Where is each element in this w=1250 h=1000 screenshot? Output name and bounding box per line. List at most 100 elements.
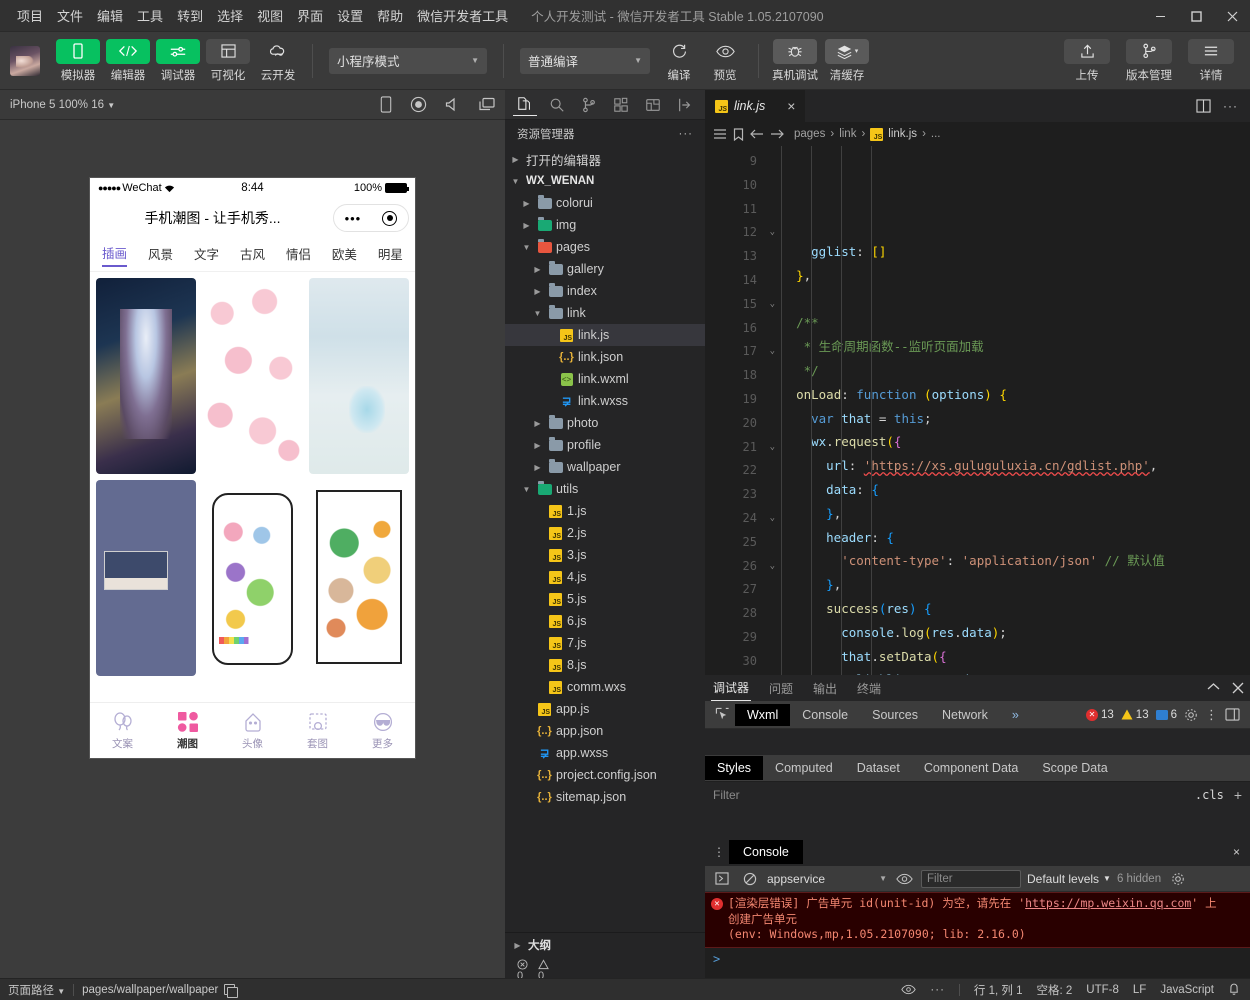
menu-item-1[interactable]: 文件 (50, 2, 90, 29)
preview-eye-icon[interactable] (901, 984, 917, 995)
cls-button[interactable]: .cls (1195, 788, 1224, 802)
menu-item-2[interactable]: 编辑 (90, 2, 130, 29)
source-control-icon[interactable] (577, 94, 601, 116)
panel-tab-3[interactable]: 终端 (855, 676, 883, 701)
log-levels-select[interactable]: Default levels ▼ (1027, 872, 1111, 886)
device-select[interactable]: iPhone 5 100% 16 ▼ (10, 99, 115, 111)
language-mode[interactable]: JavaScript (1160, 984, 1214, 996)
bookmark-icon[interactable] (733, 127, 744, 141)
tree-item-4-js[interactable]: JS 4.js (505, 566, 705, 588)
cursor-position[interactable]: 行 1, 列 1 (974, 982, 1023, 998)
breadcrumb-item-0[interactable]: pages (794, 128, 825, 140)
category-tab-6[interactable]: 明星 (378, 244, 403, 266)
styles-tab-styles[interactable]: Styles (705, 756, 764, 780)
toolbar-button-3[interactable]: 可视化 (204, 38, 252, 83)
tree-item-comm-wxs[interactable]: JS comm.wxs (505, 676, 705, 698)
chevron-down-icon[interactable]: ▼ (509, 177, 522, 186)
compile-button[interactable]: 编译 (656, 39, 702, 83)
info-badge[interactable]: 6 (1155, 709, 1177, 721)
kebab-menu-icon[interactable]: ⋮ (709, 845, 729, 859)
encoding[interactable]: UTF-8 (1086, 984, 1119, 996)
debug-icon[interactable] (641, 94, 665, 116)
files-icon[interactable] (513, 94, 537, 116)
category-tab-5[interactable]: 欧美 (332, 244, 357, 266)
toolbar-right-button-0[interactable]: 上传 (1058, 38, 1116, 83)
tree-item-5-js[interactable]: JS 5.js (505, 588, 705, 610)
tree-item-app-js[interactable]: JS app.js (505, 698, 705, 720)
tree-item-project-config-json[interactable]: {..} project.config.json (505, 764, 705, 786)
kebab-menu-icon[interactable]: ⋮ (1205, 707, 1218, 723)
breadcrumb-item-1[interactable]: link (839, 128, 856, 140)
forward-arrow-icon[interactable] (770, 128, 784, 140)
remote-debug-button[interactable]: 真机调试 (769, 38, 821, 83)
tree-item-app-json[interactable]: {..} app.json (505, 720, 705, 742)
toolbar-button-4[interactable]: 云开发 (254, 39, 302, 83)
close-icon[interactable] (1214, 0, 1250, 32)
dock-side-icon[interactable] (1225, 708, 1240, 721)
tree-item-sitemap-json[interactable]: {..} sitemap.json (505, 786, 705, 808)
tabbar-item-3[interactable]: 套图 (285, 710, 350, 751)
error-badge[interactable]: ✕ 13 (1086, 708, 1114, 721)
tree-item-img[interactable]: ▶ img (505, 214, 705, 236)
tree-item-app-wxss[interactable]: ⋥ app.wxss (505, 742, 705, 764)
styles-tab-scope-data[interactable]: Scope Data (1030, 756, 1119, 780)
more-actions-icon[interactable]: ··· (1223, 99, 1238, 113)
collapse-icon[interactable] (1207, 682, 1220, 694)
chevron-right-icon[interactable]: ▶ (520, 221, 533, 230)
menu-item-3[interactable]: 工具 (130, 2, 170, 29)
console-error-message[interactable]: ✕ [渲染层错误] 广告单元 id(unit-id) 为空，请先在 'https… (705, 892, 1250, 948)
styles-tab-dataset[interactable]: Dataset (845, 756, 912, 780)
volume-icon[interactable] (445, 97, 461, 112)
split-editor-icon[interactable] (1196, 99, 1211, 113)
indent-setting[interactable]: 空格: 2 (1037, 982, 1073, 998)
console-filter-input[interactable]: Filter (921, 869, 1021, 888)
more-actions-icon[interactable]: ··· (679, 128, 694, 140)
toolbar-right-button-2[interactable]: 详情 (1182, 38, 1240, 83)
mode-select[interactable]: 小程序模式 ▼ (329, 47, 487, 74)
tree-item-8-js[interactable]: JS 8.js (505, 654, 705, 676)
toolbar-button-2[interactable]: 调试器 (154, 38, 202, 83)
chevron-down-icon[interactable]: ▼ (520, 243, 533, 252)
toolbar-right-button-1[interactable]: 版本管理 (1120, 38, 1178, 83)
chevron-right-icon[interactable]: ▶ (531, 287, 544, 296)
category-tab-4[interactable]: 情侣 (286, 244, 311, 266)
maximize-icon[interactable] (1178, 0, 1214, 32)
tree-item-profile[interactable]: ▶ profile (505, 434, 705, 456)
capsule-button[interactable]: ••• (333, 204, 409, 232)
tree-item-6-js[interactable]: JS 6.js (505, 610, 705, 632)
toolbar-button-0[interactable]: 模拟器 (54, 38, 102, 83)
console-settings-icon[interactable] (1167, 872, 1189, 886)
tabbar-item-4[interactable]: 更多 (350, 710, 415, 751)
tree-item-7-js[interactable]: JS 7.js (505, 632, 705, 654)
chevron-right-icon[interactable]: ▶ (531, 441, 544, 450)
more-icon[interactable]: ··· (930, 984, 945, 996)
styles-tab-computed[interactable]: Computed (763, 756, 845, 780)
outline-header[interactable]: ▶ 大纲 (511, 937, 705, 953)
compile-select[interactable]: 普通编译 ▼ (520, 47, 650, 74)
gallery-item-2[interactable] (308, 278, 409, 474)
phone-rotate-icon[interactable] (380, 96, 392, 113)
tree-item-link-wxml[interactable]: <> link.wxml (505, 368, 705, 390)
tree-item-gallery[interactable]: ▶ gallery (505, 258, 705, 280)
eye-icon[interactable] (893, 873, 915, 885)
page-path-label[interactable]: 页面路径 ▼ (8, 982, 65, 998)
tabbar-item-2[interactable]: 头像 (220, 710, 285, 751)
error-link[interactable]: https://mp.weixin.qq.com (1025, 896, 1191, 910)
tree-item-------[interactable]: ▶ 打开的编辑器 (505, 148, 705, 170)
eol-setting[interactable]: LF (1133, 984, 1146, 996)
styles-tab-component-data[interactable]: Component Data (912, 756, 1031, 780)
tree-item-2-js[interactable]: JS 2.js (505, 522, 705, 544)
tree-item-pages[interactable]: ▼ pages (505, 236, 705, 258)
gallery-item-5[interactable] (308, 480, 409, 676)
close-icon[interactable]: × (1233, 845, 1250, 859)
devtools-overflow[interactable]: » (1000, 704, 1031, 726)
devtools-tab-sources[interactable]: Sources (860, 704, 930, 726)
search-icon[interactable] (545, 94, 569, 116)
menu-item-10[interactable]: 微信开发者工具 (410, 2, 515, 29)
tree-item-photo[interactable]: ▶ photo (505, 412, 705, 434)
gallery-item-0[interactable] (96, 278, 197, 474)
tree-item-link[interactable]: ▼ link (505, 302, 705, 324)
screen-cast-icon[interactable] (479, 97, 495, 112)
settings-gear-icon[interactable] (1184, 708, 1198, 722)
chevron-right-icon[interactable]: ▶ (520, 199, 533, 208)
